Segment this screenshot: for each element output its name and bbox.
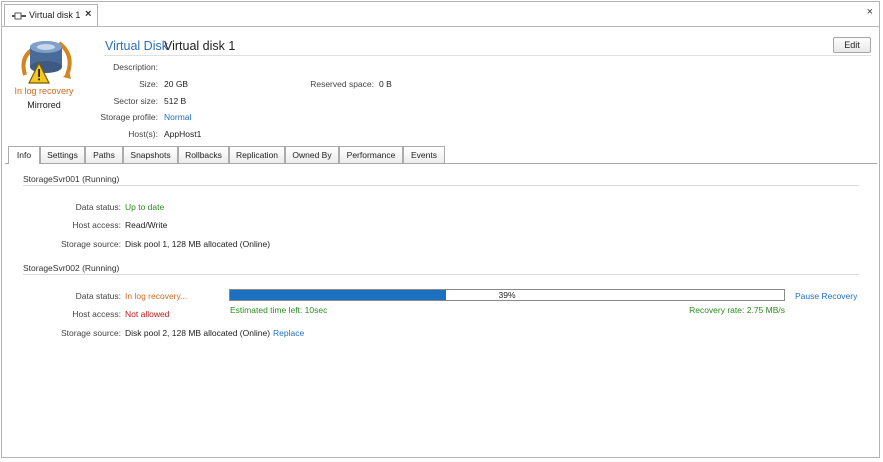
server1-data-status-label: Data status: [75,202,121,212]
replace-link[interactable]: Replace [273,328,304,338]
object-name-title: Virtual disk 1 [164,39,236,53]
server2-data-status-label: Data status: [75,291,121,301]
tab-snapshots[interactable]: Snapshots [123,146,178,163]
server2-title: StorageSvr002 (Running) [23,263,120,273]
server1-title: StorageSvr001 (Running) [23,174,120,184]
estimated-time-left: Estimated time left: 10sec [230,305,328,315]
reserved-space-value: 0 B [379,79,392,89]
pause-recovery-link[interactable]: Pause Recovery [795,291,857,301]
document-tab-label: Virtual disk 1 [29,10,81,20]
server1-host-access-label: Host access: [72,220,121,230]
reserved-space-label: Reserved space: [310,79,374,89]
title-divider [104,55,871,56]
storage-profile-label: Storage profile: [100,112,158,122]
tab-paths[interactable]: Paths [85,146,123,163]
storage-profile-link[interactable]: Normal [164,112,191,122]
server1-storage-source-label: Storage source: [60,239,121,249]
hosts-label: Host(s): [128,129,158,139]
tab-performance[interactable]: Performance [339,146,403,163]
hosts-value: AppHost1 [164,129,202,139]
tab-owned-by[interactable]: Owned By [285,146,339,163]
sector-size-label: Sector size: [113,96,158,106]
document-tabstrip: Virtual disk 1 × × [2,2,879,27]
tab-info[interactable]: Info [8,146,40,164]
tab-events[interactable]: Events [403,146,445,163]
server1-data-status-value: Up to date [125,202,165,212]
close-tab-icon[interactable]: × [85,8,91,20]
recovery-progress-text: 39% [498,290,516,300]
description-label: Description: [113,62,158,72]
virtual-disk-icon [12,12,26,20]
close-window-icon[interactable]: × [867,6,873,18]
document-tab-virtual-disk-1[interactable]: Virtual disk 1 × [4,4,98,26]
tab-bar-divider [5,163,877,164]
object-type-title: Virtual Disk [105,39,168,53]
edit-button[interactable]: Edit [833,37,871,53]
tab-settings[interactable]: Settings [40,146,85,163]
server2-host-access-label: Host access: [72,309,121,319]
tab-rollbacks[interactable]: Rollbacks [178,146,229,163]
server2-data-status-value: In log recovery... [125,291,188,301]
server2-divider [23,274,859,275]
recovery-rate: Recovery rate: 2.75 MB/s [689,305,785,315]
server1-divider [23,185,859,186]
server1-storage-source-value: Disk pool 1, 128 MB allocated (Online) [125,239,271,249]
server2-host-access-value: Not allowed [125,309,170,319]
tab-replication[interactable]: Replication [229,146,285,163]
sector-size-value: 512 B [164,96,187,106]
recovery-progress-bar: 39% [229,289,785,301]
virtual-disk-window: Virtual disk 1 × × In log recovery Mirro… [1,1,880,458]
server2-storage-source-label: Storage source: [60,328,121,338]
disk-warning-icon [21,41,72,84]
server1-host-access-value: Read/Write [125,220,168,230]
detail-tab-bar: Info Settings Paths Snapshots Rollbacks … [5,146,877,164]
server2-storage-source-value: Disk pool 2, 128 MB allocated (Online) [125,328,271,338]
